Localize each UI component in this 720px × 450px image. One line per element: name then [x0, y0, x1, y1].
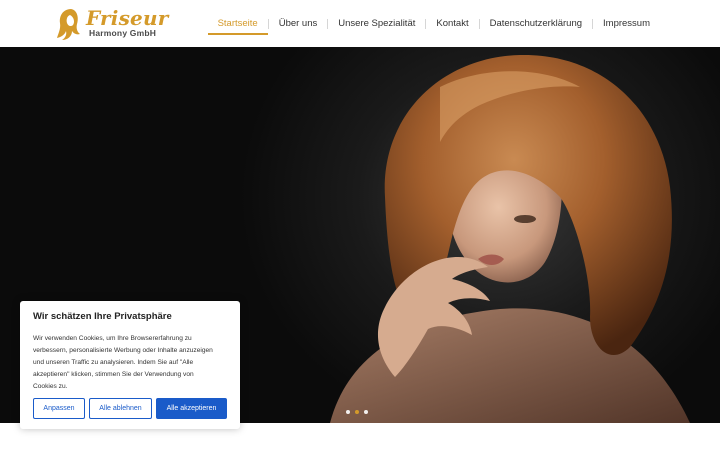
cookie-text-line: Wir verwenden Cookies, um Ihre Browserer…	[33, 335, 192, 342]
slider-pagination	[346, 410, 368, 414]
customize-button[interactable]: Anpassen	[33, 398, 85, 419]
cookie-text-line: akzeptieren" klicken, stimmen Sie der Ve…	[33, 371, 194, 378]
nav-item-ueber-uns[interactable]: Über uns	[269, 0, 328, 47]
cookie-text-line: verbessern, personalisierte Werbung oder…	[33, 347, 213, 354]
woman-silhouette-logo-icon	[57, 9, 80, 40]
slider-dot-3[interactable]	[364, 410, 368, 414]
cookie-text-line: Cookies zu.	[33, 383, 68, 390]
logo-subtitle: Harmony GmbH	[89, 28, 157, 38]
slider-dot-1[interactable]	[346, 410, 350, 414]
nav-item-datenschutzerklaerung[interactable]: Datenschutzerklärung	[480, 0, 592, 47]
cookie-button-group: Anpassen Alle ablehnen Alle akzeptieren	[33, 398, 227, 419]
site-logo[interactable]: Friseur Harmony GmbH	[56, 6, 169, 41]
logo-title: Friseur	[86, 6, 169, 30]
site-header: Friseur Harmony GmbH Startseite Über uns…	[0, 0, 720, 47]
reject-all-button[interactable]: Alle ablehnen	[89, 398, 152, 419]
nav-item-unsere-spezialitaet[interactable]: Unsere Spezialität	[328, 0, 425, 47]
nav-item-startseite[interactable]: Startseite	[207, 0, 268, 47]
slider-dot-2[interactable]	[355, 410, 359, 414]
main-navigation: Startseite Über uns Unsere Spezialität K…	[207, 0, 660, 47]
accept-all-button[interactable]: Alle akzeptieren	[156, 398, 227, 419]
cookie-banner-title: Wir schätzen Ihre Privatsphäre	[33, 311, 172, 322]
cookie-banner-text: Wir verwenden Cookies, um Ihre Browserer…	[33, 333, 227, 393]
nav-item-impressum[interactable]: Impressum	[593, 0, 660, 47]
cookie-text-line: und unseren Traffic zu analysieren. Inde…	[33, 359, 194, 366]
nav-item-kontakt[interactable]: Kontakt	[426, 0, 478, 47]
cookie-consent-banner: Wir schätzen Ihre Privatsphäre Wir verwe…	[20, 301, 240, 429]
